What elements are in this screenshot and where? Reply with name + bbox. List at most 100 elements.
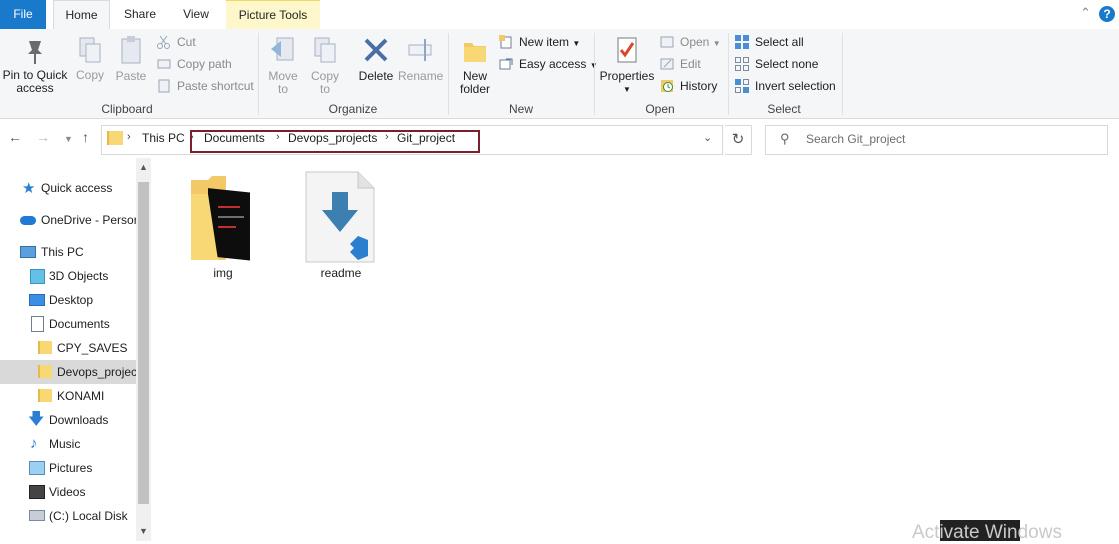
sidebar-item-3d-objects[interactable]: 3D Objects — [0, 264, 136, 288]
refresh-button[interactable]: ↻ — [725, 125, 752, 155]
up-arrow-icon[interactable]: ↑ — [82, 129, 89, 145]
folder-thumbnail-icon — [191, 176, 250, 261]
recent-locations-icon[interactable]: ▼ — [64, 134, 73, 144]
search-box[interactable]: ⚲ Search Git_project — [765, 125, 1108, 155]
sidebar-item-this-pc[interactable]: This PC — [0, 240, 136, 264]
copy-to-label: Copy to — [310, 69, 339, 96]
clipboard-icon — [121, 36, 141, 64]
copy-icon — [79, 37, 101, 63]
tab-file[interactable]: File — [0, 0, 46, 29]
sidebar-item-label: Devops_projec — [57, 365, 136, 379]
copy-to-button[interactable]: Copy to — [306, 35, 344, 96]
sidebar-item-konami[interactable]: KONAMI — [0, 384, 136, 408]
scissors-icon — [157, 35, 170, 49]
edit-button[interactable]: Edit — [660, 55, 701, 73]
pin-label: Pin to Quick access — [2, 68, 68, 95]
copy-label: Copy — [75, 68, 104, 82]
forward-arrow-icon[interactable]: → — [36, 129, 50, 145]
properties-button[interactable]: Properties ▼ — [598, 35, 656, 96]
delete-button[interactable]: Delete — [356, 35, 396, 83]
sidebar-item-downloads[interactable]: 🡇 Downloads — [0, 408, 136, 432]
sidebar-item-label: 3D Objects — [49, 269, 109, 283]
delete-label: Delete — [358, 69, 394, 83]
tab-home[interactable]: Home — [53, 0, 110, 30]
help-icon[interactable]: ? — [1099, 6, 1115, 22]
rename-button[interactable]: Rename — [398, 35, 443, 83]
tab-view[interactable]: View — [170, 0, 222, 29]
sidebar-item-videos[interactable]: Videos — [0, 480, 136, 504]
breadcrumb-this-pc[interactable]: This PC — [142, 131, 185, 145]
file-name: readme — [320, 266, 362, 280]
new-item-button[interactable]: New item ▼ — [499, 33, 580, 51]
file-item-readme[interactable]: readme — [296, 170, 386, 280]
scrollbar-thumb[interactable] — [138, 182, 149, 504]
sidebar-item-documents[interactable]: Documents — [0, 312, 136, 336]
scroll-down-icon[interactable]: ▼ — [139, 526, 148, 536]
paste-shortcut-label: Paste shortcut — [177, 79, 254, 93]
move-to-label: Move to — [268, 69, 298, 96]
search-placeholder: Search Git_project — [806, 132, 906, 146]
new-item-icon — [499, 35, 512, 49]
organize-group-label: Organize — [328, 102, 378, 116]
address-dropdown-icon[interactable]: ⌄ — [703, 131, 712, 144]
edit-icon — [660, 58, 674, 70]
paste-shortcut-button[interactable]: Paste shortcut — [157, 77, 254, 95]
sidebar-item-label: (C:) Local Disk — [49, 509, 128, 523]
copy-button[interactable]: Copy — [72, 36, 108, 82]
ribbon-separator — [448, 33, 449, 115]
ribbon-tab-bar: File Home Share View Picture Tools ⌃ ? — [0, 0, 1119, 30]
properties-icon — [617, 37, 637, 63]
ribbon-separator — [258, 33, 259, 115]
file-name: img — [213, 266, 233, 280]
new-item-label: New item — [519, 35, 570, 49]
sidebar-item-desktop[interactable]: Desktop — [0, 288, 136, 312]
pin-quick-access-button[interactable]: Pin to Quick access — [2, 38, 68, 95]
folder-icon — [38, 389, 52, 402]
properties-label: Properties — [599, 69, 655, 83]
breadcrumb-separator: › — [127, 131, 131, 143]
cut-button[interactable]: Cut — [157, 33, 196, 51]
select-none-label: Select none — [755, 57, 819, 71]
dropdown-arrow-icon: ▼ — [572, 39, 581, 48]
dropdown-arrow-icon: ▼ — [712, 39, 721, 48]
sidebar-item-local-disk[interactable]: (C:) Local Disk — [0, 504, 136, 528]
copy-path-button[interactable]: Copy path — [157, 55, 232, 73]
new-folder-button[interactable]: New folder — [455, 35, 495, 96]
history-label: History — [680, 79, 718, 93]
open-group-label: Open — [645, 102, 675, 116]
chevron-up-icon[interactable]: ⌃ — [1080, 5, 1091, 21]
cube-icon — [30, 269, 45, 284]
easy-access-button[interactable]: Easy access ▼ — [499, 55, 598, 73]
file-item-img[interactable]: img — [178, 172, 268, 282]
paste-shortcut-icon — [158, 79, 170, 93]
move-to-button[interactable]: Move to — [264, 35, 302, 96]
select-all-icon — [735, 35, 749, 49]
sidebar-item-label: OneDrive - Persor — [41, 213, 136, 227]
back-arrow-icon[interactable]: ← — [8, 129, 22, 145]
select-none-button[interactable]: Select none — [735, 55, 818, 73]
folder-icon — [107, 131, 123, 145]
history-button[interactable]: History — [660, 77, 717, 95]
invert-selection-label: Invert selection — [755, 79, 836, 93]
folder-icon — [38, 341, 52, 354]
tab-share[interactable]: Share — [112, 0, 168, 29]
sidebar-item-devops-projects[interactable]: Devops_projec — [0, 360, 136, 384]
sidebar-item-quick-access[interactable]: ★ Quick access — [0, 176, 136, 200]
open-button[interactable]: Open ▼ — [660, 33, 721, 51]
sidebar-item-label: Downloads — [49, 413, 109, 427]
copy-path-icon — [157, 59, 171, 69]
select-all-button[interactable]: Select all — [735, 33, 804, 51]
sidebar-item-cpy-saves[interactable]: CPY_SAVES — [0, 336, 136, 360]
tab-picture-tools[interactable]: Picture Tools — [226, 0, 320, 29]
sidebar-item-label: Desktop — [49, 293, 94, 307]
sidebar-item-label: Pictures — [49, 461, 93, 475]
sidebar-item-onedrive[interactable]: OneDrive - Persor — [0, 208, 136, 232]
invert-selection-button[interactable]: Invert selection — [735, 77, 836, 95]
document-icon — [31, 316, 44, 332]
sidebar-item-pictures[interactable]: Pictures — [0, 456, 136, 480]
desktop-icon — [29, 294, 45, 306]
paste-button[interactable]: Paste — [113, 35, 149, 83]
scroll-up-icon[interactable]: ▲ — [139, 162, 148, 172]
download-icon: 🡇 — [28, 411, 45, 428]
sidebar-item-music[interactable]: ♪ Music — [0, 432, 136, 456]
